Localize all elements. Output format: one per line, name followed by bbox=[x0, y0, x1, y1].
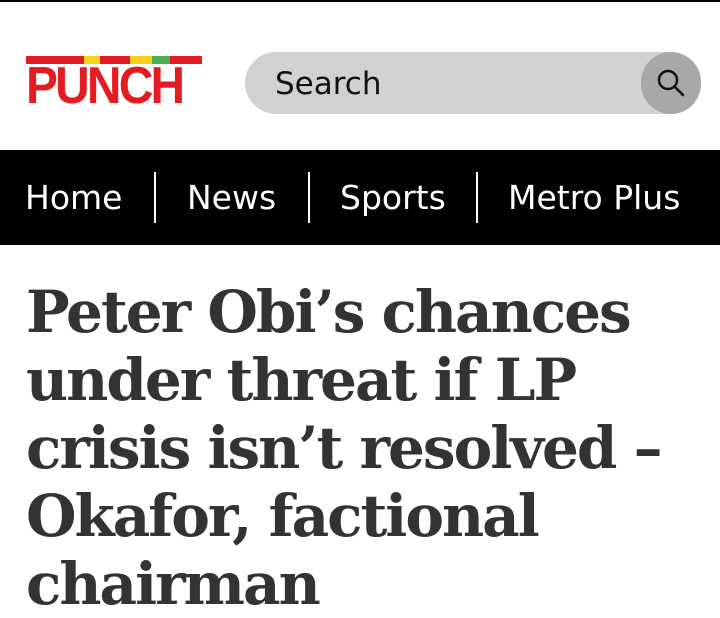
search-bar bbox=[245, 52, 701, 114]
nav-divider bbox=[154, 172, 156, 223]
punch-logo[interactable]: PUNCH bbox=[26, 56, 204, 112]
article-headline: Peter Obi’s chances under threat if LP c… bbox=[26, 278, 663, 618]
logo-text: PUNCH bbox=[26, 57, 185, 115]
search-icon bbox=[657, 69, 685, 97]
nav-item-home[interactable]: Home bbox=[25, 150, 122, 245]
main-navigation: Home News Sports Metro Plus bbox=[0, 150, 720, 245]
nav-item-metro-plus[interactable]: Metro Plus bbox=[508, 150, 680, 245]
site-header: PUNCH bbox=[0, 2, 720, 150]
nav-divider bbox=[308, 172, 310, 223]
search-button[interactable] bbox=[641, 52, 701, 114]
nav-item-news[interactable]: News bbox=[187, 150, 276, 245]
nav-item-sports[interactable]: Sports bbox=[340, 150, 446, 245]
nav-divider bbox=[476, 172, 478, 223]
search-input[interactable] bbox=[273, 60, 637, 108]
